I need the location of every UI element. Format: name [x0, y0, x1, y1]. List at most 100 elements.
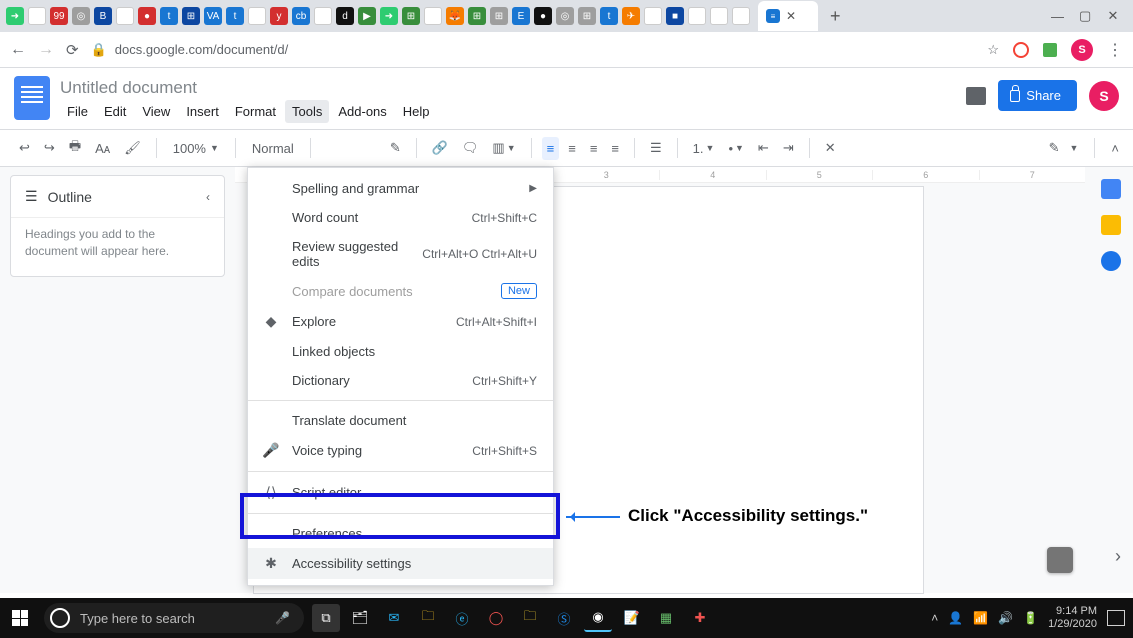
menuitem-review-suggested[interactable]: Review suggested edits Ctrl+Alt+O Ctrl+A…	[248, 232, 553, 276]
tab-favicon[interactable]: ✈	[622, 7, 640, 25]
tab-favicon[interactable]: nP	[424, 7, 442, 25]
align-left-button[interactable]: ≡	[542, 137, 560, 160]
tab-favicon[interactable]: cb	[292, 7, 310, 25]
align-justify-button[interactable]: ≡	[606, 137, 624, 160]
tab-favicon[interactable]: G	[644, 7, 662, 25]
tab-favicon[interactable]: G	[116, 7, 134, 25]
tasks-addon-icon[interactable]	[1101, 251, 1121, 271]
tab-favicon[interactable]: ●	[138, 7, 156, 25]
chrome-profile-avatar[interactable]: S	[1071, 39, 1093, 61]
action-center-button[interactable]	[1107, 610, 1125, 626]
window-maximize-button[interactable]: ▢	[1079, 8, 1091, 24]
link-button[interactable]: 🔗	[427, 136, 453, 160]
opera-extension-icon[interactable]	[1013, 42, 1029, 58]
styles-dropdown[interactable]: Normal	[246, 141, 300, 156]
nav-forward-button[interactable]: →	[38, 41, 54, 59]
menuitem-word-count[interactable]: Word count Ctrl+Shift+C	[248, 203, 553, 232]
tab-favicon[interactable]: VA	[204, 7, 222, 25]
image-button[interactable]: ▥▼	[487, 136, 520, 160]
tab-favicon[interactable]: ▶	[358, 7, 376, 25]
align-right-button[interactable]: ≡	[585, 137, 603, 160]
zoom-dropdown[interactable]: 100%▼	[167, 141, 225, 156]
menu-insert[interactable]: Insert	[179, 100, 226, 123]
menuitem-linked-objects[interactable]: Linked objects	[248, 337, 553, 366]
tab-favicon[interactable]: ⊞	[490, 7, 508, 25]
tab-favicon[interactable]: nP	[314, 7, 332, 25]
account-avatar[interactable]: S	[1089, 81, 1119, 111]
tab-favicon[interactable]: e	[710, 7, 728, 25]
menuitem-explore[interactable]: ◆ Explore Ctrl+Alt+Shift+I	[248, 306, 553, 337]
taskbar-app-opera[interactable]: ◯	[482, 604, 510, 632]
tab-favicon[interactable]	[28, 7, 46, 25]
taskbar-app-outlook[interactable]: ✉	[380, 604, 408, 632]
taskbar-app-edge[interactable]: ⓔ	[448, 604, 476, 632]
microphone-icon[interactable]: 🎤	[275, 611, 290, 625]
menu-help[interactable]: Help	[396, 100, 437, 123]
extension-icon[interactable]	[1043, 43, 1057, 57]
tab-favicon[interactable]: E	[512, 7, 530, 25]
tab-favicon[interactable]: ◎	[72, 7, 90, 25]
people-icon[interactable]: 👤	[948, 611, 963, 625]
taskbar-app-excel[interactable]: ▦	[652, 604, 680, 632]
window-close-button[interactable]: ✕	[1107, 8, 1119, 24]
menuitem-preferences[interactable]: Preferences	[248, 519, 553, 548]
menu-view[interactable]: View	[135, 100, 177, 123]
undo-button[interactable]: ↩	[14, 136, 35, 160]
menu-addons[interactable]: Add-ons	[331, 100, 393, 123]
menu-edit[interactable]: Edit	[97, 100, 133, 123]
tab-favicon[interactable]: 99	[50, 7, 68, 25]
tab-close-icon[interactable]: ✕	[786, 9, 796, 23]
taskbar-app[interactable]: 🗀	[516, 604, 544, 632]
bulleted-list-button[interactable]: •▼	[723, 137, 748, 160]
menuitem-voice-typing[interactable]: 🎤 Voice typing Ctrl+Shift+S	[248, 435, 553, 466]
keep-addon-icon[interactable]	[1101, 215, 1121, 235]
tab-favicon[interactable]: t	[600, 7, 618, 25]
url-field[interactable]: 🔒 docs.google.com/document/d/	[91, 42, 976, 58]
tab-favicon[interactable]: ■	[666, 7, 684, 25]
decrease-indent-button[interactable]: ⇤	[753, 136, 774, 160]
menuitem-translate-document[interactable]: Translate document	[248, 406, 553, 435]
menu-format[interactable]: Format	[228, 100, 283, 123]
taskbar-app[interactable]: 📝	[618, 604, 646, 632]
share-button[interactable]: Share	[998, 80, 1077, 111]
tab-favicon[interactable]: ●	[534, 7, 552, 25]
paint-format-button[interactable]: 🖌	[119, 136, 146, 160]
tab-favicon[interactable]: t	[226, 7, 244, 25]
tab-favicon[interactable]: ➜	[380, 7, 398, 25]
hide-side-panel-button[interactable]: ›	[1115, 546, 1121, 567]
chevron-left-icon[interactable]: ‹	[206, 190, 210, 204]
tab-favicon[interactable]: ◎	[248, 7, 266, 25]
taskbar-app-explorer[interactable]: 🗀	[414, 604, 442, 632]
outline-header[interactable]: ☰ Outline ‹	[11, 176, 224, 217]
active-tab[interactable]: ≡ ✕	[758, 1, 818, 31]
print-button[interactable]: 🖶	[64, 133, 86, 163]
menuitem-accessibility-settings[interactable]: ✱ Accessibility settings	[248, 548, 553, 579]
editing-mode-button[interactable]: ✎	[1049, 140, 1060, 156]
taskbar-app-chrome[interactable]: ◉	[584, 604, 612, 632]
tab-favicon[interactable]: 🦊	[446, 7, 464, 25]
comment-button[interactable]: 🗨	[457, 136, 484, 160]
hide-menus-button[interactable]: ˄	[1111, 141, 1119, 156]
menuitem-dictionary[interactable]: Dictionary Ctrl+Shift+Y	[248, 366, 553, 395]
network-icon[interactable]: 📶	[973, 611, 988, 625]
taskbar-app-skype[interactable]: Ⓢ	[550, 604, 578, 632]
menu-tools[interactable]: Tools	[285, 100, 329, 123]
tab-favicon[interactable]: ⊞	[402, 7, 420, 25]
explore-fab[interactable]	[1047, 547, 1073, 573]
taskbar-app[interactable]: 🗂	[346, 604, 374, 632]
open-comments-icon[interactable]	[966, 87, 986, 105]
highlight-button[interactable]: ✎	[385, 136, 406, 160]
taskbar-clock[interactable]: 9:14 PM 1/29/2020	[1048, 605, 1097, 630]
taskview-button[interactable]: ⧉	[312, 604, 340, 632]
tab-favicon[interactable]: t	[160, 7, 178, 25]
nav-reload-button[interactable]: ⟳	[66, 41, 79, 59]
nav-back-button[interactable]: ←	[10, 41, 26, 59]
line-spacing-button[interactable]: ☰	[645, 136, 667, 160]
docs-logo-icon[interactable]	[14, 76, 50, 120]
numbered-list-button[interactable]: 1.▼	[688, 137, 720, 160]
calendar-addon-icon[interactable]	[1101, 179, 1121, 199]
tab-favicon[interactable]: Ne	[732, 7, 750, 25]
taskbar-app[interactable]: ✚	[686, 604, 714, 632]
taskbar-search[interactable]: Type here to search 🎤	[44, 603, 304, 633]
clear-formatting-button[interactable]: ✕	[820, 136, 841, 160]
